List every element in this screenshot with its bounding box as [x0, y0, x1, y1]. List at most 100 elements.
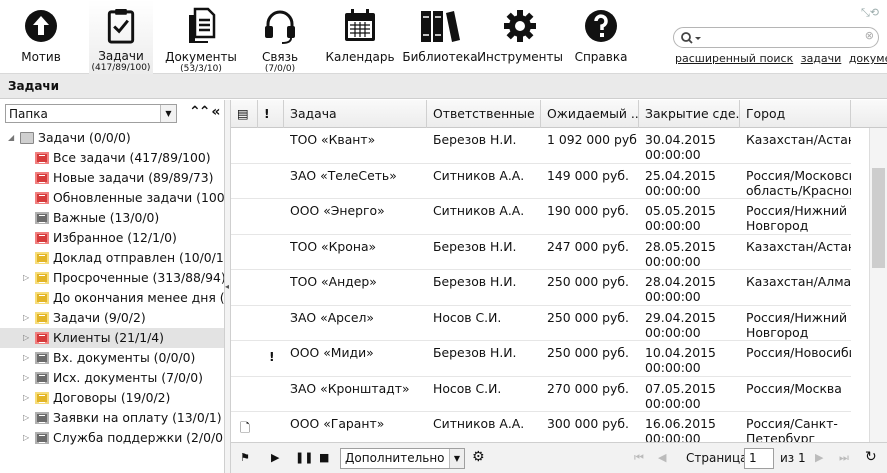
tree-node[interactable]: ▷ Служба поддержки (2/0/0)	[0, 428, 224, 448]
play-icon[interactable]: ▶	[271, 451, 279, 464]
cell-city-text: Россия/Нижний	[746, 203, 848, 218]
next-page-icon[interactable]: ▶	[815, 451, 823, 464]
clear-search-icon[interactable]: ⊗	[865, 29, 874, 42]
table-row[interactable]: ТОО «Крона» Березов Н.И. 247 000 руб. 28.05…	[231, 235, 851, 270]
refresh-icon[interactable]: ↻	[865, 449, 877, 465]
cell-resp: Носов С.И.	[433, 381, 539, 396]
table-row[interactable]: ООО «Энерго» Ситников А.А. 190 000 руб. 05.…	[231, 199, 851, 235]
tree-node[interactable]: Новые задачи (89/89/73)	[0, 168, 224, 188]
toolbar-calendar-button[interactable]: Календарь	[325, 0, 395, 64]
cell-amount: 190 000 руб.	[547, 203, 637, 218]
folder-icon	[35, 232, 49, 244]
search-documents-link[interactable]: документы	[849, 52, 887, 65]
chevron-down-icon[interactable]: ▼	[449, 449, 464, 468]
cell-city-text: Казахстан/Алма-Ат	[746, 274, 851, 289]
toolbar-help-button[interactable]: Справка	[573, 0, 629, 64]
toolbar-communication-button[interactable]: Связь (7/0/0)	[253, 0, 307, 75]
window-resize-icon[interactable]: ⤡⟲	[861, 6, 879, 20]
collapse-panel-icon[interactable]: ⌃⌃ «	[189, 104, 220, 120]
tree-node[interactable]: ◢ Задачи (0/0/0)	[0, 128, 224, 148]
flag-icon[interactable]: ⚑	[240, 451, 250, 464]
prev-page-icon[interactable]: ◀	[658, 451, 666, 464]
table-row[interactable]: ЗАО «Кронштадт» Носов С.И. 270 000 руб. 07.…	[231, 377, 851, 412]
first-page-icon[interactable]: ⏮	[634, 451, 644, 465]
tree-node-label: Исх. документы (7/0/0)	[53, 370, 203, 385]
tree-node[interactable]: Доклад отправлен (10/0/1)	[0, 248, 224, 268]
toolbar-label: Инструменты	[477, 50, 563, 64]
cell-task: ООО «Энерго»	[290, 203, 425, 218]
folder-select[interactable]: Папка ▼	[5, 104, 177, 123]
cell-task-text: ТОО «Андер»	[290, 274, 377, 289]
table-row[interactable]: ТОО «Квант» Березов Н.И. 1 092 000 руб. 30.…	[231, 128, 851, 164]
settings-icon[interactable]: ⚙	[472, 449, 485, 465]
column-header-expected[interactable]: Ожидаемый ...	[541, 100, 639, 128]
folder-icon	[35, 412, 49, 424]
folder-icon	[20, 132, 34, 144]
exclamation-icon: !	[264, 106, 270, 121]
chevron-left-icon[interactable]: ◂	[225, 282, 229, 291]
search-links: расширенный поиск задачи документы	[675, 52, 887, 65]
cell-time-text: 00:00:00	[645, 289, 701, 304]
collapse-arrow-icon[interactable]: ◢	[8, 128, 18, 148]
search-input[interactable]: ⊗	[673, 27, 879, 48]
search-tasks-link[interactable]: задачи	[801, 52, 842, 65]
tree-node[interactable]: ▷ Заявки на оплату (13/0/1)	[0, 408, 224, 428]
tree-node[interactable]: Все задачи (417/89/100)	[0, 148, 224, 168]
stop-icon[interactable]: ■	[319, 451, 329, 464]
last-page-icon[interactable]: ⏭	[839, 451, 849, 465]
toolbar-tasks-button[interactable]: Задачи (417/89/100)	[89, 0, 153, 74]
toolbar-motiv-button[interactable]: Мотив	[13, 0, 69, 64]
cell-resp-text: Березов Н.И.	[433, 132, 517, 147]
expand-arrow-icon[interactable]: ▷	[23, 348, 33, 368]
advanced-search-link[interactable]: расширенный поиск	[675, 52, 793, 65]
expand-arrow-icon[interactable]: ▷	[23, 268, 33, 288]
tree-node[interactable]: До окончания менее дня (...	[0, 288, 224, 308]
expand-arrow-icon[interactable]: ▷	[23, 388, 33, 408]
cell-resp-text: Носов С.И.	[433, 309, 502, 325]
expand-arrow-icon[interactable]: ▷	[23, 328, 33, 348]
column-header-close[interactable]: Закрытие сде...	[639, 100, 740, 128]
table-row[interactable]: ЗАО «Арсел» Носов С.И. 250 000 руб. 29.04.2…	[231, 306, 851, 341]
column-header-flag[interactable]: ▤	[231, 100, 258, 128]
column-header-priority[interactable]: !	[258, 100, 284, 128]
search-icon[interactable]	[680, 31, 702, 45]
cell-resp-text: Ситников А.А.	[433, 167, 525, 183]
column-header-city[interactable]: Город	[740, 100, 851, 128]
cell-city2-text: Новгород	[746, 218, 809, 233]
expand-arrow-icon[interactable]: ▷	[23, 368, 33, 388]
tree-node[interactable]: ▷ Просроченные (313/88/94)	[0, 268, 224, 288]
cell-city-text: Россия/Нижний	[746, 309, 848, 325]
scrollbar-thumb[interactable]	[872, 168, 885, 268]
toolbar-library-button[interactable]: Библиотека	[402, 0, 478, 64]
toolbar-documents-button[interactable]: Документы (53/3/10)	[165, 0, 237, 75]
tree-node[interactable]: Избранное (12/1/0)	[0, 228, 224, 248]
table-row[interactable]: 🗋 ООО «Гарант» Ситников А.А. 300 000 руб. 16…	[231, 412, 851, 442]
page-number-input[interactable]: 1	[744, 448, 774, 469]
tree-node[interactable]: ▷ Клиенты (21/1/4)	[0, 328, 224, 348]
tree-node[interactable]: ▷ Вх. документы (0/0/0)	[0, 348, 224, 368]
tree-node[interactable]: ▷ Исх. документы (7/0/0)	[0, 368, 224, 388]
tree-node[interactable]: ▷ Задачи (9/0/2)	[0, 308, 224, 328]
expand-arrow-icon[interactable]: ▷	[23, 308, 33, 328]
cell-city: Россия/Санкт- Петербург	[746, 416, 851, 442]
pause-icon[interactable]: ❚❚	[295, 451, 313, 464]
tree-node[interactable]: Обновленные задачи (100...	[0, 188, 224, 208]
grid-scrollbar[interactable]	[869, 128, 887, 442]
toolbar-tools-button[interactable]: Инструменты	[477, 0, 563, 64]
extra-actions-dropdown[interactable]: Дополнительно ▼	[340, 448, 465, 469]
expand-arrow-icon[interactable]: ▷	[23, 408, 33, 428]
tree-node[interactable]: ▷ Договоры (19/0/2)	[0, 388, 224, 408]
table-row[interactable]: ЗАО «ТелеСеть» Ситников А.А. 149 000 руб. 2…	[231, 164, 851, 199]
app-window: Мотив Задачи (417/89/100) Документы (53/…	[0, 0, 887, 473]
cell-resp: Березов Н.И.	[433, 132, 539, 147]
chevron-down-icon[interactable]: ▼	[160, 105, 176, 122]
column-header-responsible[interactable]: Ответственные ...	[427, 100, 541, 128]
table-row[interactable]: ! ООО «Миди» Березов Н.И. 250 000 руб. 10.04…	[231, 341, 851, 377]
expand-arrow-icon[interactable]: ▷	[23, 428, 33, 448]
column-header-task[interactable]: Задача	[284, 100, 427, 128]
table-row[interactable]: ТОО «Андер» Березов Н.И. 250 000 руб. 28.04…	[231, 270, 851, 306]
tree-node[interactable]: Важные (13/0/0)	[0, 208, 224, 228]
cell-city2-text: Новгород	[746, 324, 809, 340]
books-icon	[421, 11, 460, 42]
cell-resp: Березов Н.И.	[433, 345, 539, 360]
